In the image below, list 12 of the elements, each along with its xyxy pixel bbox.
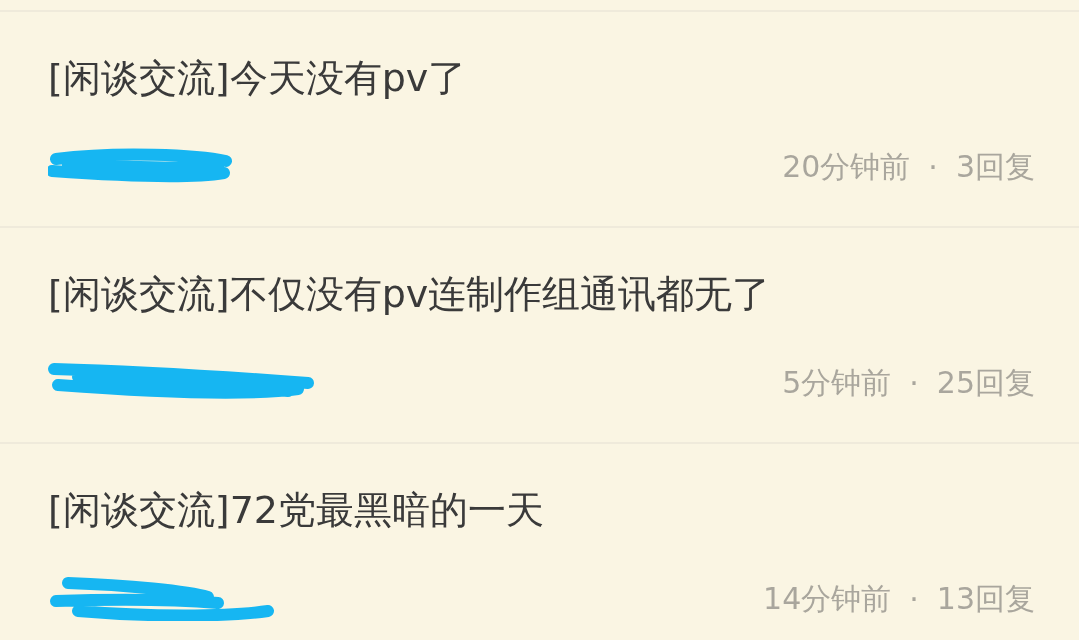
post-time: 14分钟前 [763,579,892,618]
separator-dot: · [928,149,938,185]
post-title[interactable]: [闲谈交流]72党最黑暗的一天 [48,482,1035,538]
post-title[interactable]: [闲谈交流]不仅没有pv连制作组通讯都无了 [48,266,1035,322]
separator-dot: · [909,581,919,617]
reply-count: 13回复 [936,579,1035,618]
post-time: 5分钟前 [782,363,892,402]
post-title[interactable]: [闲谈交流]今天没有pv了 [48,50,1035,106]
post-time: 20分钟前 [782,147,911,186]
reply-count: 3回复 [955,147,1035,186]
reply-count: 25回复 [936,363,1035,402]
separator-dot: · [909,365,919,401]
